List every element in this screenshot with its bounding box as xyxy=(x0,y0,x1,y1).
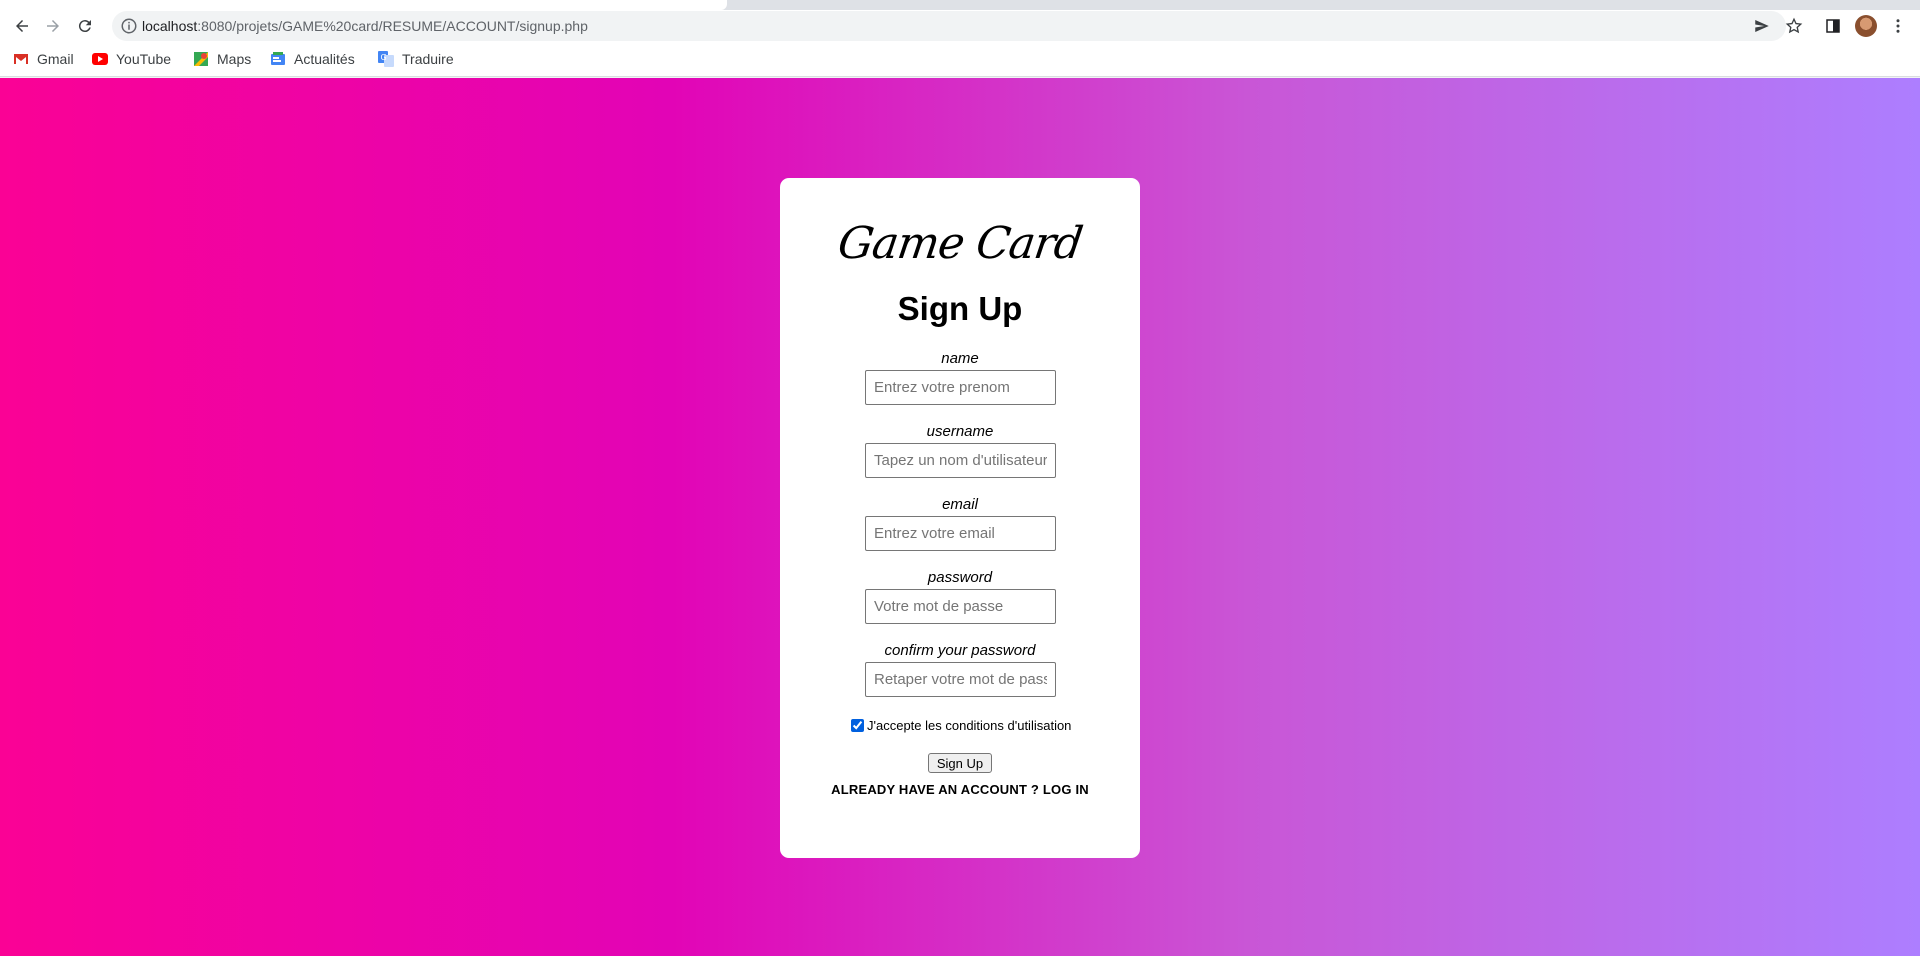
star-icon xyxy=(1785,17,1803,34)
send-tab-button[interactable] xyxy=(1750,14,1774,38)
bookmarks-bar: Gmail YouTube Maps Actualités G Traduire xyxy=(0,42,1920,77)
bookmark-maps[interactable]: Maps xyxy=(193,49,251,69)
maps-icon xyxy=(194,52,208,66)
password-input[interactable] xyxy=(865,589,1056,624)
signup-submit-button[interactable]: Sign Up xyxy=(928,753,992,773)
back-arrow-icon xyxy=(16,20,28,32)
send-icon xyxy=(1755,20,1769,32)
back-button[interactable] xyxy=(10,14,34,38)
confirm-password-input[interactable] xyxy=(865,662,1056,697)
email-label: email xyxy=(942,496,978,513)
email-input[interactable] xyxy=(865,516,1056,551)
url-text[interactable]: localhost:8080/projets/GAME%20card/RESUM… xyxy=(142,18,588,34)
profile-avatar[interactable] xyxy=(1855,15,1877,37)
url-host: localhost xyxy=(142,18,198,34)
side-panel-button[interactable] xyxy=(1821,14,1845,38)
bookmark-youtube[interactable]: YouTube xyxy=(92,49,171,69)
brand-logo: Game Card xyxy=(834,218,1086,269)
forward-arrow-icon xyxy=(47,20,59,32)
svg-text:G: G xyxy=(381,53,387,62)
terms-row[interactable]: J'accepte les conditions d'utilisation xyxy=(851,718,1071,733)
translate-icon: G xyxy=(378,51,394,67)
browser-menu-button[interactable] xyxy=(1886,14,1910,38)
signup-card: Game Card Sign Up name username email pa… xyxy=(780,178,1140,858)
terms-label: J'accepte les conditions d'utilisation xyxy=(867,718,1072,733)
site-info-icon[interactable] xyxy=(120,17,138,35)
bookmark-label: YouTube xyxy=(116,51,172,67)
password-label: password xyxy=(927,569,993,586)
bookmark-label: Actualités xyxy=(294,51,355,67)
bookmark-news[interactable]: Actualités xyxy=(270,49,355,69)
page-background: Game Card Sign Up name username email pa… xyxy=(0,78,1920,956)
bookmark-label: Maps xyxy=(217,51,252,67)
tab-strip xyxy=(0,0,1920,10)
gmail-icon xyxy=(14,54,28,64)
username-label: username xyxy=(926,423,994,440)
name-input[interactable] xyxy=(865,370,1056,405)
bookmark-star-button[interactable] xyxy=(1782,14,1806,38)
username-input[interactable] xyxy=(865,443,1056,478)
bookmark-gmail[interactable]: Gmail xyxy=(13,49,74,69)
terms-checkbox[interactable] xyxy=(851,719,864,732)
address-bar[interactable]: localhost:8080/projets/GAME%20card/RESUM… xyxy=(112,11,1786,41)
bookmark-label: Traduire xyxy=(402,51,454,67)
bookmark-label: Gmail xyxy=(37,51,74,67)
bookmark-translate[interactable]: G Traduire xyxy=(378,49,454,69)
kebab-menu-icon xyxy=(1896,19,1900,33)
login-link[interactable]: ALREADY HAVE AN ACCOUNT ? LOG IN xyxy=(780,782,1140,797)
active-tab[interactable] xyxy=(0,0,727,10)
browser-toolbar: localhost:8080/projets/GAME%20card/RESUM… xyxy=(0,10,1920,42)
url-path: :8080/projets/GAME%20card/RESUME/ACCOUNT… xyxy=(197,18,588,34)
youtube-icon xyxy=(92,53,108,65)
side-panel-icon xyxy=(1826,19,1840,33)
name-label: name xyxy=(941,350,979,367)
news-icon xyxy=(271,52,285,65)
page-title: Sign Up xyxy=(897,290,1023,327)
forward-button[interactable] xyxy=(41,14,65,38)
reload-button[interactable] xyxy=(73,14,97,38)
reload-icon xyxy=(78,20,91,33)
confirm-password-label: confirm your password xyxy=(884,642,1036,659)
